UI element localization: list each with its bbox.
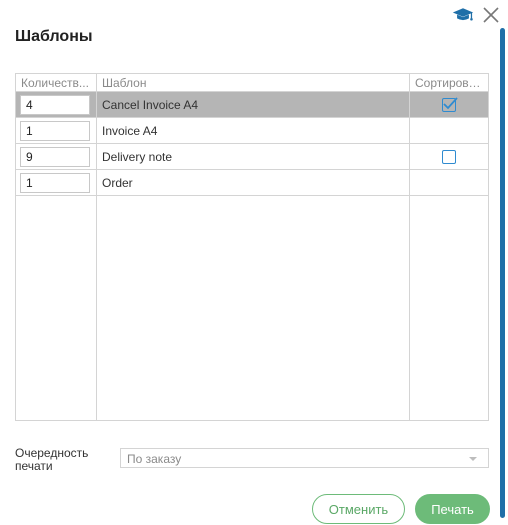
column-header-sort[interactable]: Сортирова...	[410, 74, 488, 91]
sort-cell	[410, 118, 488, 143]
table-row[interactable]: Delivery note	[16, 144, 488, 170]
table-row[interactable]: Invoice A4	[16, 118, 488, 144]
graduation-cap-icon[interactable]	[452, 4, 474, 26]
quantity-input[interactable]	[20, 146, 90, 167]
print-order-label: Очередность печати	[15, 446, 89, 473]
vertical-scrollbar[interactable]	[500, 28, 505, 518]
templates-grid: Количеств... Шаблон Сортирова... Cancel …	[15, 73, 489, 421]
dialog-title: Шаблоны	[15, 28, 93, 45]
sort-checkbox[interactable]	[442, 149, 456, 164]
quantity-cell	[16, 92, 97, 117]
cancel-button[interactable]: Отменить	[312, 494, 405, 524]
print-button[interactable]: Печать	[415, 494, 490, 524]
chevron-down-icon	[469, 457, 477, 461]
table-row[interactable]: Cancel Invoice A4	[16, 92, 488, 118]
template-cell: Cancel Invoice A4	[97, 92, 410, 117]
quantity-cell	[16, 144, 97, 169]
dialog-toolbar	[452, 4, 502, 26]
template-cell: Invoice A4	[97, 118, 410, 143]
template-cell: Delivery note	[97, 144, 410, 169]
quantity-cell	[16, 118, 97, 143]
column-header-template[interactable]: Шаблон	[97, 74, 410, 91]
sort-cell	[410, 144, 488, 169]
quantity-input[interactable]	[20, 120, 90, 141]
quantity-cell	[16, 170, 97, 195]
sort-cell	[410, 170, 488, 195]
templates-dialog: Шаблоны Количеств... Шаблон Сортирова...	[0, 0, 508, 525]
template-cell: Order	[97, 170, 410, 195]
close-icon[interactable]	[480, 4, 502, 26]
grid-header: Количеств... Шаблон Сортирова...	[16, 74, 488, 92]
grid-body: Cancel Invoice A4 Invoice A4 Delivery no…	[16, 92, 488, 420]
quantity-input[interactable]	[20, 172, 90, 193]
table-row[interactable]: Order	[16, 170, 488, 196]
quantity-input[interactable]	[20, 94, 90, 115]
sort-cell	[410, 92, 488, 117]
print-order-select[interactable]: По заказу	[120, 448, 489, 468]
sort-checkbox-checked[interactable]	[442, 96, 458, 112]
column-header-quantity[interactable]: Количеств...	[16, 74, 97, 91]
print-order-value: По заказу	[127, 452, 182, 466]
